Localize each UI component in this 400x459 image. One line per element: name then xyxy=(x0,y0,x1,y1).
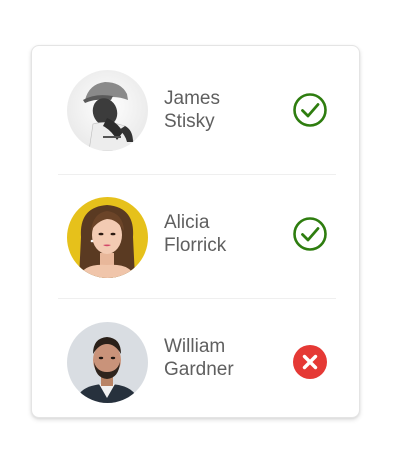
user-name: William Gardner xyxy=(164,335,274,381)
avatar xyxy=(67,322,148,403)
check-icon[interactable] xyxy=(292,216,328,252)
user-first-name: William xyxy=(164,336,226,357)
user-list-card: James Stisky Alicia Florrick William Gar… xyxy=(31,45,360,418)
list-item[interactable]: Alicia Florrick xyxy=(32,174,359,298)
user-last-name: Stisky xyxy=(164,111,215,132)
user-name: Alicia Florrick xyxy=(164,211,274,257)
cross-icon[interactable] xyxy=(292,344,328,380)
user-first-name: Alicia xyxy=(164,212,210,233)
user-name: James Stisky xyxy=(164,87,274,133)
avatar xyxy=(67,70,148,151)
user-first-name: James xyxy=(164,88,220,109)
check-icon[interactable] xyxy=(292,92,328,128)
list-item[interactable]: William Gardner xyxy=(32,298,359,422)
user-last-name: Gardner xyxy=(164,359,234,380)
list-item[interactable]: James Stisky xyxy=(32,46,359,170)
user-last-name: Florrick xyxy=(164,235,227,256)
avatar xyxy=(67,197,148,278)
